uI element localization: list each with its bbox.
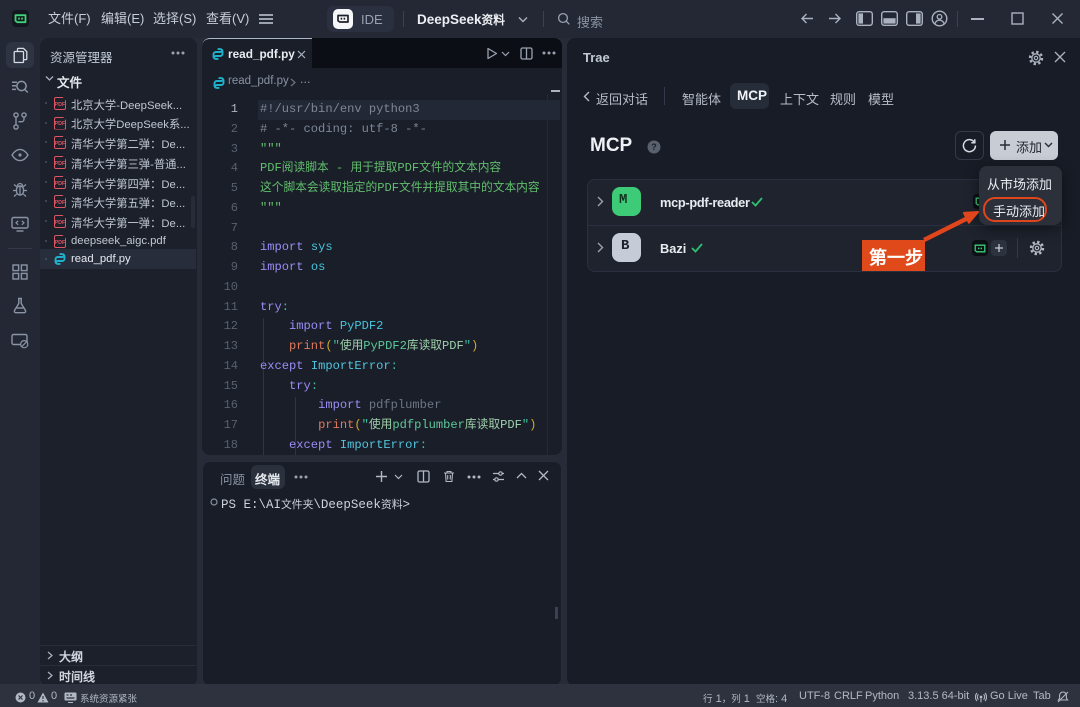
svg-text:?: ? [651,142,657,152]
